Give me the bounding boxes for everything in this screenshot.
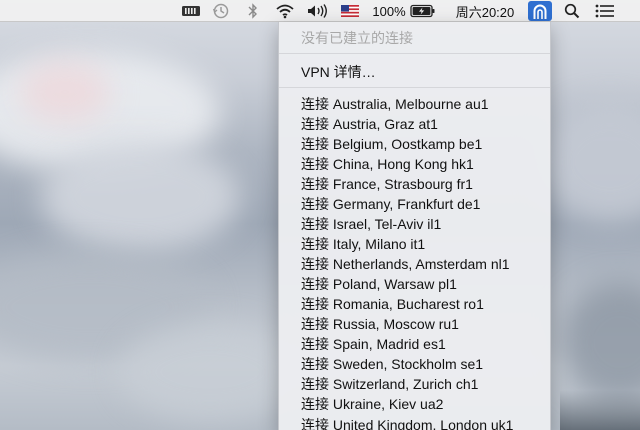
us-flag-icon[interactable] — [340, 0, 360, 22]
menu-item-connect-at1[interactable]: 连接 Austria, Graz at1 — [301, 114, 438, 134]
menu-item-connect-pl1[interactable]: 连接 Poland, Warsaw pl1 — [301, 274, 457, 294]
menu-item-connect-de1[interactable]: 连接 Germany, Frankfurt de1 — [301, 194, 480, 214]
menu-item-connect-ru1[interactable]: 连接 Russia, Moscow ru1 — [301, 314, 459, 334]
menu-item-connect-es1[interactable]: 连接 Spain, Madrid es1 — [301, 334, 446, 354]
menu-item-vpn-details[interactable]: VPN 详情… — [301, 62, 376, 82]
menu-item-connect-uk1[interactable]: 连接 United Kingdom, London uk1 — [301, 415, 513, 430]
menu-item-connect-ch1[interactable]: 连接 Switzerland, Zurich ch1 — [301, 374, 478, 394]
menu-item-connect-it1[interactable]: 连接 Italy, Milano it1 — [301, 234, 425, 254]
menu-item-connect-fr1[interactable]: 连接 France, Strasbourg fr1 — [301, 174, 473, 194]
time-machine-icon[interactable] — [210, 0, 232, 22]
vpn-icon[interactable] — [528, 1, 552, 21]
menu-item-connect-ua2[interactable]: 连接 Ukraine, Kiev ua2 — [301, 394, 443, 414]
battery-percentage: 100% — [372, 3, 406, 19]
menu-separator — [279, 87, 550, 88]
vpn-dropdown-menu: 没有已建立的连接 VPN 详情… 连接 Australia, Melbourne… — [278, 22, 551, 430]
menu-item-connect-be1[interactable]: 连接 Belgium, Oostkamp be1 — [301, 134, 482, 154]
battery-charging-icon[interactable] — [409, 0, 437, 22]
bluetooth-icon[interactable] — [244, 0, 262, 22]
menu-separator — [279, 53, 550, 54]
menu-item-connect-nl1[interactable]: 连接 Netherlands, Amsterdam nl1 — [301, 254, 510, 274]
wifi-icon[interactable] — [274, 0, 296, 22]
volume-icon[interactable] — [305, 0, 331, 22]
menu-item-connect-ro1[interactable]: 连接 Romania, Bucharest ro1 — [301, 294, 484, 314]
menu-item-connect-se1[interactable]: 连接 Sweden, Stockholm se1 — [301, 354, 483, 374]
menubar-clock[interactable]: 周六20:20 — [456, 2, 515, 21]
memory-icon[interactable] — [180, 0, 202, 22]
menu-item-connect-il1[interactable]: 连接 Israel, Tel-Aviv il1 — [301, 214, 441, 234]
menu-item-connect-au1[interactable]: 连接 Australia, Melbourne au1 — [301, 94, 489, 114]
spotlight-search-icon[interactable] — [562, 0, 582, 22]
notification-center-icon[interactable] — [594, 0, 616, 22]
connection-status: 没有已建立的连接 — [301, 30, 413, 46]
menu-bar: 100% 周六20:20 — [0, 0, 640, 22]
menu-item-connect-hk1[interactable]: 连接 China, Hong Kong hk1 — [301, 154, 474, 174]
